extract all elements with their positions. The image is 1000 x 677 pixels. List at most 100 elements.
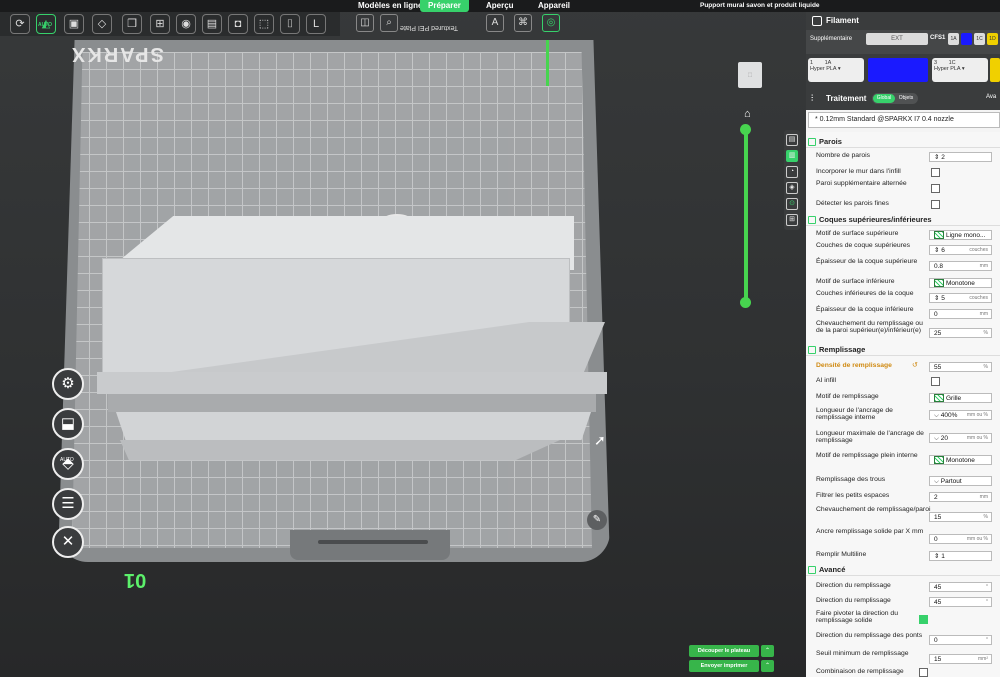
copy-icon[interactable]: ❒ bbox=[122, 14, 142, 34]
measure-icon[interactable]: L bbox=[306, 14, 326, 34]
other-tab-icon[interactable]: ⊞ bbox=[786, 214, 798, 226]
tab-online-models[interactable]: Modèles en ligne bbox=[350, 0, 430, 12]
ancre-input[interactable]: 0 mm ou % bbox=[929, 534, 992, 544]
toggle-objects[interactable]: Objets bbox=[896, 94, 916, 103]
nb-parois-input[interactable]: ⇕ 2 bbox=[929, 152, 992, 162]
section-avance[interactable]: Avancé bbox=[806, 564, 1000, 576]
edit-icon[interactable]: ✎ bbox=[587, 510, 607, 530]
dir1-input[interactable]: 45 ° bbox=[929, 582, 992, 592]
arrange-icon[interactable]: ◇ bbox=[92, 14, 112, 34]
support-tab-icon[interactable]: ◈ bbox=[786, 182, 798, 194]
densite-input[interactable]: 55% bbox=[929, 362, 992, 372]
slice-plate-button[interactable]: Découper le plateau bbox=[689, 645, 759, 657]
reset-icon[interactable]: ↺ bbox=[912, 361, 918, 369]
label: Filtrer les petits espaces bbox=[816, 492, 890, 499]
epais-sup-input[interactable]: 0.8 mm bbox=[929, 261, 992, 271]
home-icon[interactable]: ⌂ bbox=[744, 108, 751, 120]
scale-icon[interactable]: ⬚ bbox=[254, 14, 274, 34]
section-icon bbox=[808, 138, 816, 146]
objects-tab-icon[interactable]: ▤ bbox=[786, 134, 798, 146]
model-front-band bbox=[97, 372, 607, 394]
global-objects-toggle[interactable]: Global Objets bbox=[872, 93, 918, 104]
add-object-icon[interactable]: ⟳ bbox=[10, 14, 30, 34]
incorporer-checkbox[interactable] bbox=[931, 168, 940, 177]
save-icon[interactable]: ▣ bbox=[64, 14, 84, 34]
cfs-chip-1a[interactable]: 1A bbox=[948, 33, 959, 45]
chev-paroi-input[interactable]: 15% bbox=[929, 512, 992, 522]
cut-tool-icon[interactable]: ◫ bbox=[356, 14, 374, 32]
text-tool-icon[interactable]: A bbox=[486, 14, 504, 32]
support-icon[interactable]: ⌕ bbox=[380, 14, 398, 32]
pivot-checkbox[interactable] bbox=[919, 615, 928, 624]
process-title: Traitement bbox=[826, 94, 867, 103]
layer-slider-bottom-handle[interactable] bbox=[740, 297, 751, 308]
send-dropdown-icon[interactable]: ⌃ bbox=[761, 660, 774, 672]
paroi-alt-checkbox[interactable] bbox=[931, 184, 940, 193]
close-icon[interactable]: ✕ bbox=[52, 526, 84, 558]
cfs-color-blue[interactable] bbox=[961, 33, 972, 45]
supplementaire-label: Supplémentaire bbox=[810, 36, 853, 42]
long-ancr-input[interactable]: ⌵ 400% mm ou % bbox=[929, 410, 992, 420]
tab-device[interactable]: Appareil bbox=[530, 0, 578, 12]
advanced-label[interactable]: Ava bbox=[986, 94, 996, 100]
long-max-input[interactable]: ⌵ 20 mm ou % bbox=[929, 433, 992, 443]
slicer-app: Modèles en ligne Préparer Aperçu Apparei… bbox=[0, 0, 1000, 677]
filtrer-input[interactable]: 2 mm bbox=[929, 492, 992, 502]
section-coques[interactable]: Coques supérieures/inférieures bbox=[806, 214, 1000, 226]
process-preset-select[interactable]: * 0.12mm Standard @SPARKX I7 0.4 nozzle bbox=[808, 112, 1000, 128]
couches-sup-input[interactable]: ⇕ 6 couches bbox=[929, 245, 992, 255]
camera-icon[interactable]: ◘ bbox=[228, 14, 248, 34]
layout-icon[interactable]: ▤ bbox=[202, 14, 222, 34]
filament-card-3[interactable]: 3 1C Hyper PLA ▾ bbox=[932, 58, 988, 82]
ai-infill-checkbox[interactable] bbox=[931, 377, 940, 386]
auto-arrange-icon[interactable]: ⬘ AUTO bbox=[52, 448, 84, 480]
grid-icon[interactable]: ⊞ bbox=[150, 14, 170, 34]
trous-select[interactable]: ⌵ Partout bbox=[929, 476, 992, 486]
multiline-input[interactable]: ⇕ 1 bbox=[929, 551, 992, 561]
motif-inf-select[interactable]: Monotone bbox=[929, 278, 992, 288]
paint-tool-icon[interactable]: ⌘ bbox=[514, 14, 532, 32]
label: Détecter les parois fines bbox=[816, 200, 889, 207]
motif-rem-select[interactable]: Grille bbox=[929, 393, 992, 403]
tab-prepare[interactable]: Préparer bbox=[420, 0, 469, 12]
epais-inf-input[interactable]: 0 mm bbox=[929, 309, 992, 319]
rotate-icon[interactable]: ◉ bbox=[176, 14, 196, 34]
ext-button[interactable]: EXT bbox=[866, 33, 928, 45]
send-print-button[interactable]: Envoyer imprimer bbox=[689, 660, 759, 672]
combi-checkbox[interactable] bbox=[919, 668, 928, 677]
detect-checkbox[interactable] bbox=[931, 200, 940, 209]
couches-inf-input[interactable]: ⇕ 5 couches bbox=[929, 293, 992, 303]
cut-icon[interactable]: ⌷ bbox=[280, 14, 300, 34]
section-parois[interactable]: Parois bbox=[806, 136, 1000, 148]
label: Direction du remplissage bbox=[816, 582, 891, 589]
dir2-input[interactable]: 45 ° bbox=[929, 597, 992, 607]
label: Direction du remplissage des ponts bbox=[816, 632, 923, 639]
label: Épaisseur de la coque inférieure bbox=[816, 306, 914, 313]
filament-color-swatch[interactable] bbox=[990, 58, 1000, 82]
tab-preview[interactable]: Aperçu bbox=[478, 0, 522, 12]
list-icon[interactable]: ☰ bbox=[52, 488, 84, 520]
toggle-global[interactable]: Global bbox=[873, 94, 895, 103]
filament-icon bbox=[812, 16, 822, 26]
filament-color-swatch[interactable] bbox=[868, 58, 928, 82]
strength-tab-icon[interactable]: ⊙ bbox=[786, 198, 798, 210]
view-cube[interactable]: ⬚ bbox=[738, 62, 762, 88]
filament-card-1[interactable]: 1 1A Hyper PLA ▾ bbox=[808, 58, 864, 82]
motif-plein-select[interactable]: Monotone bbox=[929, 455, 992, 465]
object-icon[interactable]: ⬓ bbox=[52, 408, 84, 440]
speed-tab-icon[interactable]: ◔ bbox=[786, 166, 798, 178]
cfs-chip-1d[interactable]: 1D bbox=[987, 33, 998, 45]
quality-tab-icon[interactable]: ▥ bbox=[786, 150, 798, 162]
section-remplissage[interactable]: Remplissage bbox=[806, 344, 1000, 356]
seuil-input[interactable]: 15 mm² bbox=[929, 654, 992, 664]
cfs-chip-1c[interactable]: 1C bbox=[974, 33, 985, 45]
layer-slider-top-handle[interactable] bbox=[740, 124, 751, 135]
chevau-input[interactable]: 25% bbox=[929, 328, 992, 338]
slice-dropdown-icon[interactable]: ⌃ bbox=[761, 645, 774, 657]
settings-gear-icon[interactable]: ⚙ bbox=[52, 368, 84, 400]
dir-ponts-input[interactable]: 0 ° bbox=[929, 635, 992, 645]
label: Incorporer le mur dans l'infill bbox=[816, 168, 901, 175]
view-tool-icon[interactable]: ◎ bbox=[542, 14, 560, 32]
motif-sup-select[interactable]: Ligne mono... bbox=[929, 230, 992, 240]
layer-slider[interactable] bbox=[744, 132, 748, 302]
